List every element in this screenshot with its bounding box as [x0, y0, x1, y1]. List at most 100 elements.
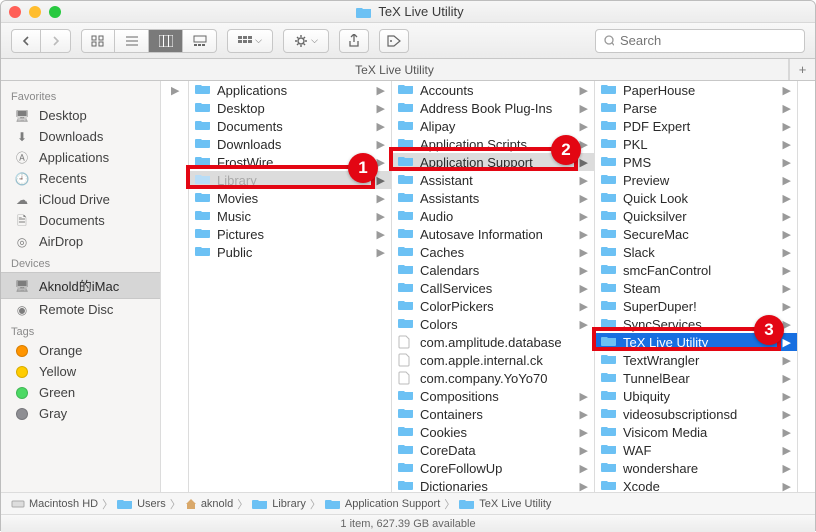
file-row[interactable]: PaperHouse▶: [595, 81, 797, 99]
zoom-button[interactable]: [49, 6, 61, 18]
sidebar-item[interactable]: Orange: [1, 340, 160, 361]
file-row[interactable]: Ubiquity▶: [595, 387, 797, 405]
file-row[interactable]: Dictionaries▶: [392, 477, 594, 492]
file-row[interactable]: Visicom Media▶: [595, 423, 797, 441]
file-row[interactable]: Documents▶: [189, 117, 391, 135]
file-row[interactable]: smcFanControl▶: [595, 261, 797, 279]
file-row[interactable]: Public▶: [189, 243, 391, 261]
view-icon-button[interactable]: [81, 29, 115, 53]
sidebar-item[interactable]: Green: [1, 382, 160, 403]
share-button[interactable]: [339, 29, 369, 53]
back-button[interactable]: [11, 29, 41, 53]
path-segment[interactable]: Macintosh HD: [11, 498, 98, 510]
file-row[interactable]: Movies▶: [189, 189, 391, 207]
svg-text:🕘: 🕘: [15, 172, 30, 186]
sidebar-item[interactable]: 🖥Aknold的iMac: [1, 272, 160, 299]
file-row[interactable]: Audio▶: [392, 207, 594, 225]
path-segment[interactable]: Users: [117, 498, 166, 510]
sidebar-item[interactable]: ⬇Downloads: [1, 126, 160, 147]
tags-button[interactable]: [379, 29, 409, 53]
view-list-button[interactable]: [115, 29, 149, 53]
file-row[interactable]: Steam▶: [595, 279, 797, 297]
file-row[interactable]: Containers▶: [392, 405, 594, 423]
sidebar-item[interactable]: Yellow: [1, 361, 160, 382]
file-row[interactable]: Applications▶: [189, 81, 391, 99]
file-row[interactable]: CoreData▶: [392, 441, 594, 459]
gear-icon: [294, 34, 308, 48]
sidebar-item[interactable]: ◉Remote Disc: [1, 299, 160, 320]
file-row[interactable]: Pictures▶: [189, 225, 391, 243]
file-row[interactable]: SecureMac▶: [595, 225, 797, 243]
minimize-button[interactable]: [29, 6, 41, 18]
sidebar-item[interactable]: ⒶApplications: [1, 147, 160, 168]
file-row[interactable]: com.amplitude.database: [392, 333, 594, 351]
file-name: Preview: [623, 173, 781, 188]
file-row[interactable]: Quick Look▶: [595, 189, 797, 207]
action-button[interactable]: ⌵: [283, 29, 329, 53]
folder-icon: [601, 137, 619, 151]
file-row[interactable]: videosubscriptionsd▶: [595, 405, 797, 423]
parent-chev[interactable]: ▶: [161, 81, 188, 99]
tab[interactable]: TeX Live Utility: [1, 59, 789, 80]
forward-button[interactable]: [41, 29, 71, 53]
sidebar-item[interactable]: 🕘Recents: [1, 168, 160, 189]
file-row[interactable]: com.company.YoYo70: [392, 369, 594, 387]
sidebar-item[interactable]: ☁iCloud Drive: [1, 189, 160, 210]
file-row[interactable]: Alipay▶: [392, 117, 594, 135]
sidebar-item[interactable]: 🗎Documents: [1, 210, 160, 231]
chevron-right-icon: ▶: [781, 210, 791, 223]
file-row[interactable]: Assistant▶: [392, 171, 594, 189]
path-segment[interactable]: TeX Live Utility: [459, 498, 551, 510]
file-row[interactable]: TextWrangler▶: [595, 351, 797, 369]
file-row[interactable]: Parse▶: [595, 99, 797, 117]
file-row[interactable]: com.apple.internal.ck: [392, 351, 594, 369]
file-name: TextWrangler: [623, 353, 781, 368]
file-row[interactable]: CallServices▶: [392, 279, 594, 297]
sidebar-item[interactable]: Gray: [1, 403, 160, 424]
sidebar-item[interactable]: ◎AirDrop: [1, 231, 160, 252]
svg-text:☁: ☁: [16, 193, 28, 207]
file-row[interactable]: Quicksilver▶: [595, 207, 797, 225]
view-column-button[interactable]: [149, 29, 183, 53]
file-row[interactable]: WAF▶: [595, 441, 797, 459]
sidebar-item-label: Orange: [39, 343, 82, 358]
file-row[interactable]: Slack▶: [595, 243, 797, 261]
file-row[interactable]: Desktop▶: [189, 99, 391, 117]
file-name: Applications: [217, 83, 375, 98]
path-segment[interactable]: Library: [252, 498, 306, 510]
file-row[interactable]: CoreFollowUp▶: [392, 459, 594, 477]
file-row[interactable]: Music▶: [189, 207, 391, 225]
file-row[interactable]: Downloads▶: [189, 135, 391, 153]
file-row[interactable]: Cookies▶: [392, 423, 594, 441]
file-row[interactable]: Address Book Plug-Ins▶: [392, 99, 594, 117]
file-row[interactable]: Compositions▶: [392, 387, 594, 405]
new-tab-button[interactable]: +: [789, 59, 815, 80]
file-row[interactable]: PKL▶: [595, 135, 797, 153]
gallery-icon: [193, 35, 207, 47]
file-row[interactable]: Calendars▶: [392, 261, 594, 279]
file-row[interactable]: wondershare▶: [595, 459, 797, 477]
file-row[interactable]: TunnelBear▶: [595, 369, 797, 387]
file-row[interactable]: Colors▶: [392, 315, 594, 333]
arrange-group: ⌵: [227, 29, 273, 53]
airdrop-icon: ◎: [13, 235, 31, 249]
view-gallery-button[interactable]: [183, 29, 217, 53]
file-row[interactable]: PDF Expert▶: [595, 117, 797, 135]
file-row[interactable]: Xcode▶: [595, 477, 797, 492]
file-row[interactable]: Accounts▶: [392, 81, 594, 99]
search-field[interactable]: [595, 29, 805, 53]
file-row[interactable]: Autosave Information▶: [392, 225, 594, 243]
file-row[interactable]: PMS▶: [595, 153, 797, 171]
search-input[interactable]: [620, 33, 796, 48]
file-row[interactable]: SuperDuper!▶: [595, 297, 797, 315]
path-segment[interactable]: Application Support: [325, 498, 440, 510]
file-row[interactable]: Caches▶: [392, 243, 594, 261]
close-button[interactable]: [9, 6, 21, 18]
file-row[interactable]: Preview▶: [595, 171, 797, 189]
arrange-button[interactable]: ⌵: [227, 29, 273, 53]
file-row[interactable]: Assistants▶: [392, 189, 594, 207]
path-segment[interactable]: aknold: [185, 498, 233, 510]
file-row[interactable]: ColorPickers▶: [392, 297, 594, 315]
chevron-right-icon: ▶: [375, 246, 385, 259]
sidebar-item[interactable]: 🖥Desktop: [1, 105, 160, 126]
